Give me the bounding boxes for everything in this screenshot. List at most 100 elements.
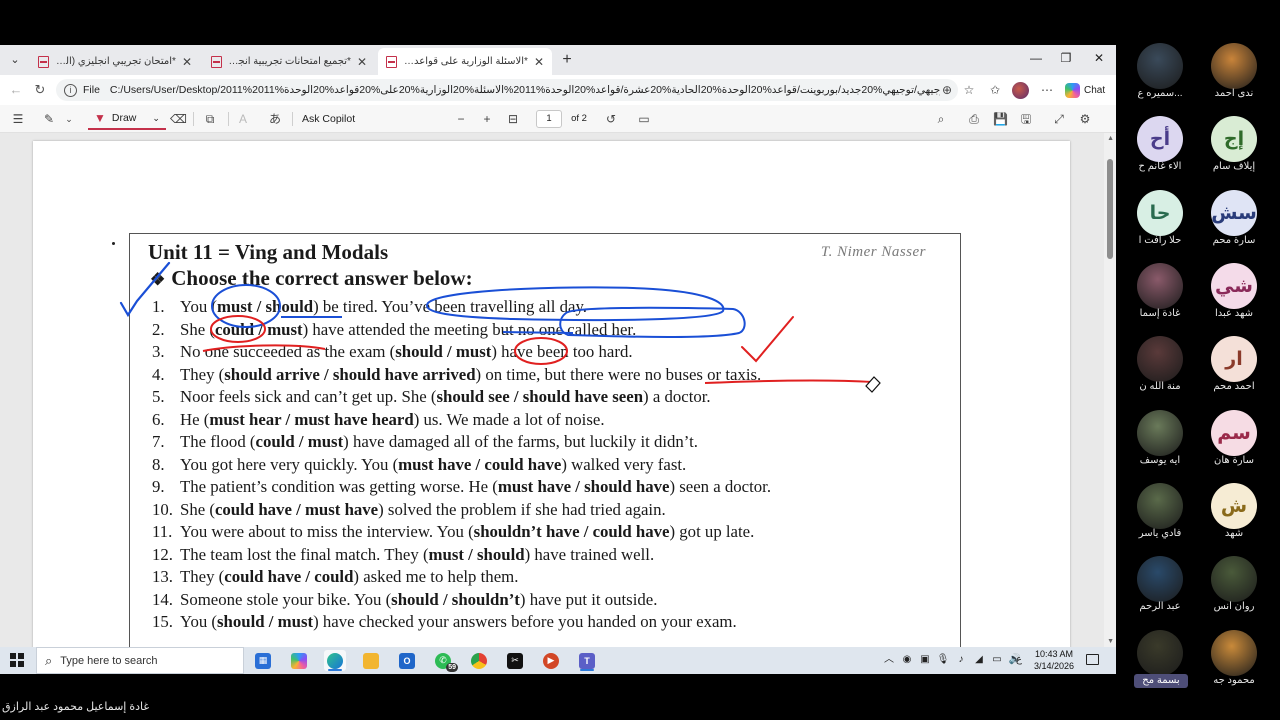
- participant-tile[interactable]: ار احمد محم: [1194, 331, 1274, 403]
- question-text-after: ) have checked your answers before you h…: [313, 612, 737, 631]
- fullscreen-icon[interactable]: ⤢: [1052, 111, 1066, 127]
- participant-tile[interactable]: شي شهد عبدا: [1194, 258, 1274, 330]
- participant-tile[interactable]: عبد الرحم: [1120, 551, 1200, 623]
- mic-settings-icon[interactable]: ♪: [954, 653, 968, 667]
- fit-page-icon[interactable]: ⊟: [506, 111, 520, 127]
- save-as-icon[interactable]: 🖫: [1019, 111, 1033, 127]
- participant-tile[interactable]: أح آلاء غانم ح: [1120, 111, 1200, 183]
- contents-icon[interactable]: ☰: [11, 111, 25, 127]
- vertical-scrollbar[interactable]: ▲ ▼: [1104, 133, 1116, 647]
- participant-tile[interactable]: فادي ياسر: [1120, 478, 1200, 550]
- chevron-up-icon[interactable]: ︿: [882, 653, 896, 667]
- profile-avatar[interactable]: [1012, 82, 1029, 99]
- save-icon[interactable]: 💾: [993, 111, 1008, 127]
- scroll-up-icon[interactable]: ▲: [1107, 135, 1114, 142]
- question-number: 13.: [152, 567, 173, 586]
- input-language-indicator[interactable]: ع: [1014, 653, 1024, 667]
- read-aloud-icon[interactable]: あ: [268, 111, 282, 127]
- battery-icon[interactable]: ▭: [990, 653, 1004, 667]
- participant-name: ندى احمد: [1214, 88, 1254, 99]
- close-icon[interactable]: ✕: [534, 55, 544, 69]
- avatar: [1137, 263, 1183, 309]
- capcut-icon[interactable]: ✂: [504, 650, 526, 671]
- camera-icon[interactable]: ◉: [900, 653, 914, 667]
- participant-tile[interactable]: روان أنس: [1194, 551, 1274, 623]
- edge-browser-icon[interactable]: [324, 650, 346, 671]
- avatar: حا: [1137, 190, 1183, 236]
- more-icon[interactable]: ⋯: [1040, 83, 1054, 97]
- tab-exam-collection[interactable]: *تجميع امتحانات تجريبية انجليزي (ورقة ✕: [203, 48, 375, 75]
- new-tab-button[interactable]: +: [558, 51, 576, 69]
- two-page-icon[interactable]: ▭: [637, 111, 651, 127]
- close-icon[interactable]: ✕: [357, 55, 367, 69]
- print-icon[interactable]: ⎙: [967, 111, 981, 127]
- favorites-icon[interactable]: ✩: [988, 83, 1002, 97]
- search-icon[interactable]: ⌕: [934, 111, 948, 127]
- video-off-icon[interactable]: ▣: [918, 653, 932, 667]
- participant-tile[interactable]: بسمة مح: [1120, 625, 1200, 697]
- info-icon[interactable]: i: [64, 83, 77, 97]
- participant-tile[interactable]: سميره ع...: [1120, 38, 1200, 110]
- pdf-viewer: Unit 11 = Ving and Modals T. Nimer Nasse…: [0, 133, 1116, 647]
- microphone-icon[interactable]: 🎙: [936, 653, 950, 667]
- powerpoint-icon[interactable]: ▶: [540, 650, 562, 671]
- participant-tile[interactable]: ش شهد: [1194, 478, 1274, 550]
- participant-name: عبد الرحم: [1139, 601, 1181, 612]
- outlook-icon[interactable]: O: [396, 650, 418, 671]
- tab-list-chevron-icon[interactable]: ⌄: [6, 51, 24, 69]
- participant-tile[interactable]: إج إيلاف سام: [1194, 111, 1274, 183]
- clock[interactable]: 10:43 AM 3/14/2026: [1030, 648, 1078, 672]
- taskbar-search-box[interactable]: ⌕ Type here to search: [36, 647, 244, 674]
- draw-button[interactable]: ▼ Draw ⌄: [88, 108, 166, 130]
- participant-tile[interactable]: محمود جه: [1194, 625, 1274, 697]
- eraser-icon[interactable]: ⌫: [170, 111, 187, 127]
- refresh-icon[interactable]: ↻: [32, 82, 48, 98]
- teams-icon[interactable]: T: [576, 650, 598, 671]
- page-number-input[interactable]: 1: [536, 110, 562, 128]
- question-number: 15.: [152, 612, 173, 631]
- participant-name: سميره ع...: [1137, 88, 1183, 99]
- participant-tile[interactable]: سم سارة هان: [1194, 405, 1274, 477]
- question-text-before: Someone stole your bike. You (: [180, 589, 392, 609]
- participant-tile[interactable]: غادة إسما: [1120, 258, 1200, 330]
- copilot-chat-button[interactable]: Chat: [1065, 79, 1105, 101]
- tab-exam-paper-1[interactable]: *امتحان تجريبي انجليزي (الورقة الأولى) ✕: [30, 48, 200, 75]
- rotate-icon[interactable]: ↺: [604, 111, 618, 127]
- tab-unit11-questions[interactable]: *الاسئلة الوزارية على قواعد الوحدة 1 ✕: [378, 48, 552, 75]
- scroll-down-icon[interactable]: ▼: [1107, 638, 1114, 645]
- participant-tile[interactable]: حا حلا رأفت ا: [1120, 185, 1200, 257]
- participant-tile[interactable]: ندى احمد: [1194, 38, 1274, 110]
- url-scheme: File: [83, 84, 100, 96]
- settings-gear-icon[interactable]: ⚙: [1078, 111, 1092, 127]
- back-arrow-icon[interactable]: ←: [8, 82, 24, 98]
- avatar: [1137, 43, 1183, 89]
- page-view-icon[interactable]: ⧉: [203, 111, 217, 127]
- zoom-out-icon[interactable]: −: [454, 111, 468, 127]
- participant-name: سارة محم: [1212, 235, 1256, 246]
- highlight-icon[interactable]: ✎: [42, 111, 56, 127]
- chevron-down-icon[interactable]: ⌄: [152, 113, 160, 124]
- favorite-star-icon[interactable]: ☆: [962, 83, 976, 97]
- url-field[interactable]: i File C:/Users/User/Desktop/2011%الصفوف…: [56, 79, 958, 101]
- close-window-button[interactable]: ✕: [1090, 51, 1108, 65]
- minimize-button[interactable]: —: [1027, 51, 1045, 65]
- close-icon[interactable]: ✕: [182, 55, 192, 69]
- ask-copilot-button[interactable]: Ask Copilot: [302, 111, 362, 127]
- maximize-button[interactable]: ❐: [1057, 51, 1075, 65]
- zoom-in-icon[interactable]: +: [480, 111, 494, 127]
- participant-tile[interactable]: سش سارة محم: [1194, 185, 1274, 257]
- whatsapp-icon[interactable]: ✆ 59: [432, 650, 458, 672]
- chevron-down-icon[interactable]: ⌄: [64, 111, 74, 127]
- participant-tile[interactable]: آيه يوسف: [1120, 405, 1200, 477]
- participant-tile[interactable]: منة الله ن: [1120, 331, 1200, 403]
- network-icon[interactable]: ◢: [972, 653, 986, 667]
- chrome-icon[interactable]: [468, 650, 490, 671]
- windows-start-icon[interactable]: [10, 653, 24, 667]
- notification-icon[interactable]: [1086, 654, 1099, 665]
- zoom-icon[interactable]: ⊕: [940, 83, 954, 97]
- file-explorer-icon[interactable]: [360, 650, 382, 671]
- copilot-app-icon[interactable]: [288, 650, 310, 671]
- draw-label: Draw: [111, 112, 137, 124]
- microsoft-store-icon[interactable]: ▦: [252, 650, 274, 671]
- scrollbar-thumb[interactable]: [1107, 159, 1113, 259]
